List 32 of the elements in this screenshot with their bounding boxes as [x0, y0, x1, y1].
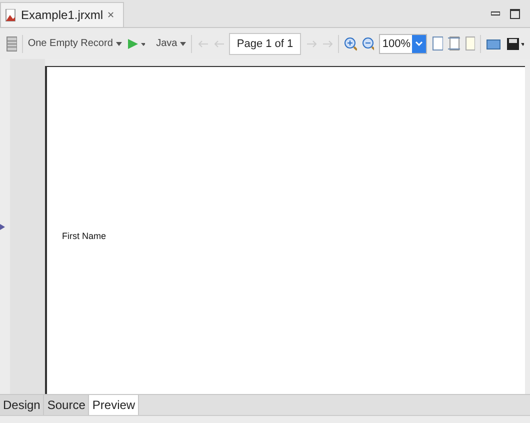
zoom-in-icon[interactable]: [344, 36, 357, 50]
fit-page-icon[interactable]: [432, 36, 444, 51]
tab-title: Example1.jrxml: [21, 8, 104, 22]
expand-arrow-icon[interactable]: [0, 224, 5, 230]
first-page-icon: [197, 38, 208, 48]
run-icon[interactable]: [126, 38, 146, 50]
minimize-icon[interactable]: [491, 9, 500, 18]
actual-size-icon[interactable]: [465, 36, 476, 51]
zoom-combo[interactable]: 100%: [379, 34, 428, 54]
zoom-out-icon[interactable]: [362, 36, 374, 50]
editor-mode-tab[interactable]: Preview: [89, 395, 140, 415]
chevron-down-icon: [415, 40, 424, 46]
caret-icon: [180, 42, 186, 46]
language-dropdown[interactable]: Java: [156, 38, 186, 49]
database-icon[interactable]: [6, 36, 17, 52]
close-icon[interactable]: ✕: [107, 10, 116, 20]
save-icon[interactable]: [506, 36, 524, 50]
data-source-dropdown[interactable]: One Empty Record: [28, 38, 122, 49]
caret-icon: [116, 42, 122, 46]
fit-width-icon[interactable]: [448, 36, 460, 51]
dropdown-button[interactable]: [412, 34, 426, 52]
editor-mode-tab[interactable]: Source: [44, 395, 90, 415]
field-label: First Name: [62, 231, 106, 241]
editor-mode-tab[interactable]: Design: [0, 395, 44, 415]
previous-page-icon: [213, 38, 224, 48]
page-field[interactable]: Page 1 of 1: [229, 32, 302, 54]
next-page-icon: [306, 38, 317, 48]
export-icon[interactable]: [486, 38, 501, 50]
editor-tab[interactable]: Example1.jrxml ✕: [0, 2, 124, 27]
maximize-icon[interactable]: [510, 9, 520, 19]
last-page-icon: [322, 38, 333, 48]
report-file-icon: [5, 8, 17, 22]
